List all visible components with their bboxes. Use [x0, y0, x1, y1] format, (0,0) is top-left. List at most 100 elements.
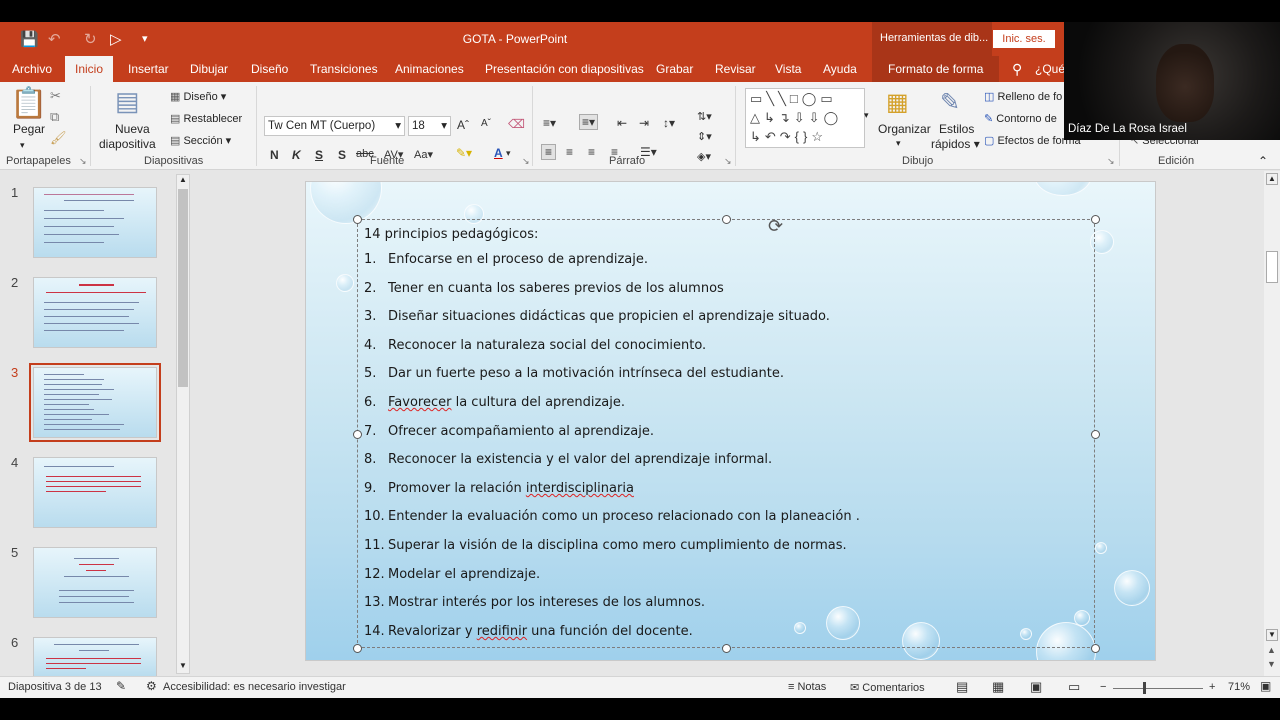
tab-archivo[interactable]: Archivo: [12, 56, 52, 82]
slide-thumbnail-1[interactable]: [33, 187, 157, 258]
font-size-select[interactable]: 18 ▾: [408, 116, 451, 136]
resize-handle[interactable]: [1091, 430, 1100, 439]
slideshow-icon[interactable]: ▭: [1068, 679, 1080, 695]
scroll-up-icon[interactable]: ▲: [1266, 173, 1278, 185]
new-slide-button[interactable]: Nueva: [115, 122, 150, 136]
paste-icon[interactable]: 📋: [10, 86, 47, 121]
slide-thumbnail-3[interactable]: [29, 363, 161, 442]
clear-formatting-icon[interactable]: ⌫: [508, 117, 525, 131]
tab-animaciones[interactable]: Animaciones: [395, 56, 464, 82]
bold-icon[interactable]: N: [270, 148, 279, 162]
arrange-button[interactable]: Organizar: [878, 122, 931, 136]
zoom-out-icon[interactable]: −: [1100, 681, 1106, 693]
tab-transiciones[interactable]: Transiciones: [310, 56, 378, 82]
quick-styles-button[interactable]: Estilos: [939, 122, 974, 136]
slide-thumbnail-2[interactable]: [33, 277, 157, 348]
resize-handle[interactable]: [353, 644, 362, 653]
thumbnail-scrollbar[interactable]: ▲ ▼: [176, 174, 190, 674]
section-button[interactable]: ▤ Sección ▾: [170, 134, 231, 147]
lightbulb-icon[interactable]: ⚲: [1012, 56, 1022, 82]
reset-button[interactable]: ▤ Restablecer: [170, 112, 242, 125]
change-case-icon[interactable]: Aa▾: [414, 148, 433, 161]
slide-canvas[interactable]: ⟳ 14 principios pedagógicos: 1. Enfocarse…: [305, 181, 1156, 661]
normal-view-icon[interactable]: ▤: [956, 679, 968, 695]
resize-handle[interactable]: [1091, 644, 1100, 653]
tab-diseno[interactable]: Diseño: [251, 56, 288, 82]
cut-icon[interactable]: ✂: [50, 88, 61, 104]
reading-view-icon[interactable]: ▣: [1030, 679, 1042, 695]
shadow-icon[interactable]: S: [338, 148, 346, 162]
decrease-font-size-icon[interactable]: Aˇ: [481, 118, 491, 129]
drawing-launcher-icon[interactable]: ↘: [1107, 156, 1115, 167]
scroll-thumb[interactable]: [1266, 251, 1278, 283]
tab-inicio[interactable]: Inicio: [65, 56, 114, 82]
shape-outline-button[interactable]: ✎ Contorno de: [984, 112, 1057, 125]
zoom-in-icon[interactable]: +: [1209, 681, 1215, 693]
italic-icon[interactable]: K: [292, 148, 301, 162]
zoom-level[interactable]: 71%: [1228, 681, 1250, 693]
tab-ayuda[interactable]: Ayuda: [823, 56, 857, 82]
new-slide-icon[interactable]: ▤: [115, 86, 140, 117]
decrease-indent-icon[interactable]: ⇤: [617, 116, 627, 130]
previous-slide-icon[interactable]: ▲: [1267, 645, 1276, 655]
highlight-color-icon[interactable]: ✎▾: [456, 146, 472, 160]
resize-handle[interactable]: [722, 644, 731, 653]
quick-styles-icon[interactable]: ✎: [940, 88, 960, 117]
tab-formato-de-forma[interactable]: Formato de forma: [872, 56, 1000, 82]
font-launcher-icon[interactable]: ↘: [522, 156, 530, 167]
sign-in-button[interactable]: Inic. ses.: [993, 30, 1055, 48]
text-direction-icon[interactable]: ⇅▾: [697, 110, 712, 123]
notes-button[interactable]: ≡ Notas: [788, 681, 826, 693]
resize-handle[interactable]: [1091, 215, 1100, 224]
accessibility-icon[interactable]: ⚙: [146, 679, 157, 693]
misspelled-word[interactable]: redifinir: [477, 624, 527, 639]
numbering-icon[interactable]: ≡▾: [579, 114, 599, 130]
arrange-icon[interactable]: ▦: [886, 88, 909, 117]
font-color-icon[interactable]: A: [494, 146, 503, 160]
layout-button[interactable]: ▦ Diseño ▾: [170, 90, 226, 103]
selected-text-box[interactable]: ⟳ 14 principios pedagógicos: 1. Enfocarse…: [353, 215, 1100, 653]
fit-to-window-icon[interactable]: ▣: [1260, 679, 1271, 693]
slide-thumbnail-6[interactable]: [33, 637, 157, 677]
clipboard-launcher-icon[interactable]: ↘: [79, 156, 87, 167]
arrange-dropdown-icon[interactable]: ▾: [896, 138, 901, 149]
align-right-icon[interactable]: ≡: [588, 145, 595, 159]
paste-button[interactable]: Pegar: [13, 122, 45, 136]
resize-handle[interactable]: [722, 215, 731, 224]
align-center-icon[interactable]: ≡: [566, 145, 573, 159]
tab-vista[interactable]: Vista: [775, 56, 801, 82]
zoom-slider[interactable]: [1113, 688, 1203, 689]
misspelled-word[interactable]: Favorecer: [388, 395, 451, 410]
scroll-thumb[interactable]: [178, 189, 188, 387]
quick-styles-button-line2[interactable]: rápidos ▾: [931, 137, 980, 151]
increase-indent-icon[interactable]: ⇥: [639, 116, 649, 130]
accessibility-status[interactable]: Accesibilidad: es necesario investigar: [163, 681, 346, 693]
increase-font-size-icon[interactable]: Aˆ: [457, 118, 469, 132]
spelling-check-icon[interactable]: ✎: [116, 679, 126, 693]
slide-thumbnail-4[interactable]: [33, 457, 157, 528]
font-color-dropdown-icon[interactable]: ▾: [506, 148, 511, 159]
shape-fill-button[interactable]: ◫ Relleno de fo: [984, 90, 1062, 103]
collapse-ribbon-icon[interactable]: ⌃: [1258, 154, 1268, 168]
line-spacing-icon[interactable]: ↕▾: [663, 116, 675, 130]
tab-insertar[interactable]: Insertar: [128, 56, 169, 82]
tab-grabar[interactable]: Grabar: [656, 56, 693, 82]
tab-dibujar[interactable]: Dibujar: [190, 56, 228, 82]
slide-thumbnail-5[interactable]: [33, 547, 157, 618]
new-slide-button-line2[interactable]: diapositiva: [99, 137, 156, 151]
copy-icon[interactable]: ⧉: [50, 109, 59, 125]
paragraph-launcher-icon[interactable]: ↘: [724, 156, 732, 167]
align-text-icon[interactable]: ⇕▾: [697, 130, 712, 143]
tab-revisar[interactable]: Revisar: [715, 56, 756, 82]
comments-button[interactable]: ✉ Comentarios: [850, 681, 925, 694]
slide-scrollbar[interactable]: ▲ ▼ ▲ ▼: [1264, 171, 1280, 676]
paste-dropdown-icon[interactable]: ▾: [20, 140, 25, 151]
font-name-select[interactable]: Tw Cen MT (Cuerpo) ▾: [264, 116, 405, 136]
shapes-gallery[interactable]: ▭╲╲□◯▭ △↳↴⇩⇩◯ ↳↶↷{}☆: [745, 88, 865, 148]
tab-presentacion[interactable]: Presentación con diapositivas: [485, 56, 644, 82]
resize-handle[interactable]: [353, 215, 362, 224]
underline-icon[interactable]: S: [315, 148, 323, 162]
next-slide-icon[interactable]: ▼: [1267, 659, 1276, 669]
resize-handle[interactable]: [353, 430, 362, 439]
shapes-more-icon[interactable]: ▾: [864, 110, 869, 121]
